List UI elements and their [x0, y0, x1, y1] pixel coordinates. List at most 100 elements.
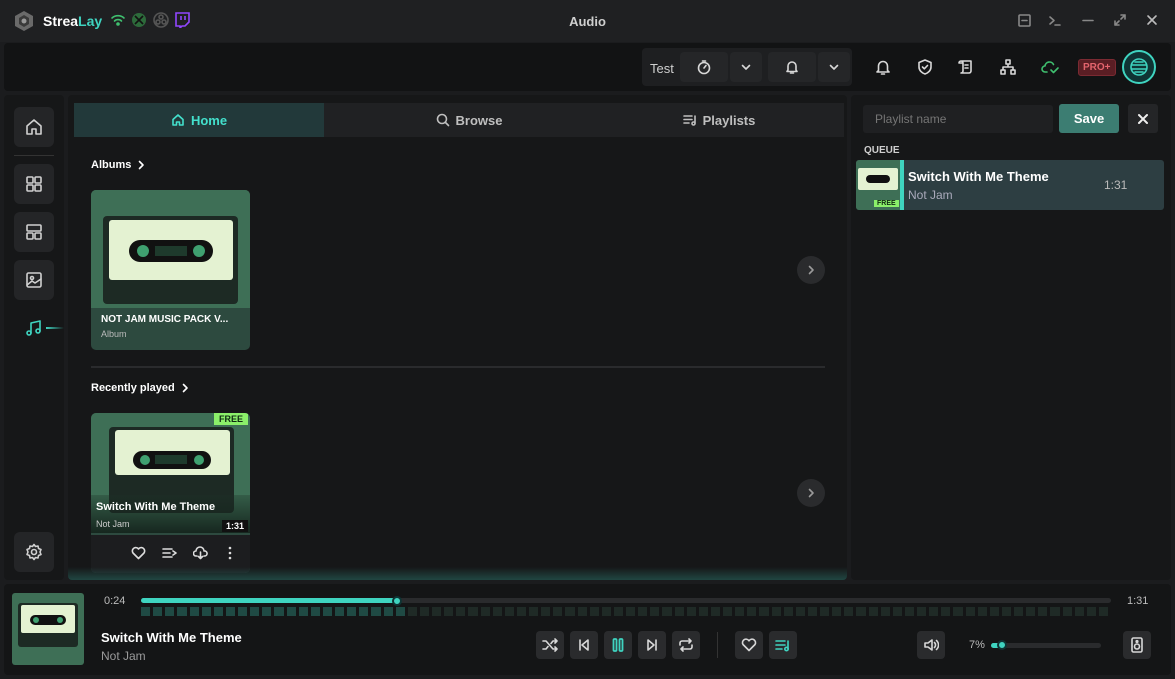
like-icon[interactable]: [131, 546, 146, 560]
tab-label: Home: [190, 112, 228, 128]
waveform-bar: [456, 607, 466, 616]
volume-handle[interactable]: [997, 640, 1007, 650]
waveform-bar: [880, 607, 890, 616]
tab-browse[interactable]: Browse: [344, 103, 594, 137]
waveform-bar: [953, 607, 963, 616]
timer-dropdown[interactable]: [730, 52, 762, 82]
network-icon[interactable]: [999, 58, 1017, 76]
queue-icon: [775, 638, 791, 652]
pro-badge[interactable]: PRO+: [1078, 59, 1116, 76]
script-icon[interactable]: [957, 58, 975, 76]
alert-dropdown[interactable]: [818, 52, 850, 82]
chevron-right-icon: [135, 159, 147, 171]
add-to-queue-icon[interactable]: [162, 546, 177, 560]
waveform-bar: [565, 607, 575, 616]
pause-button[interactable]: [604, 631, 632, 659]
queue-item-duration: 1:31: [1104, 178, 1128, 192]
save-button[interactable]: Save: [1059, 104, 1119, 133]
playlist-name-input[interactable]: [863, 105, 1053, 133]
tab-label: Playlists: [702, 112, 756, 128]
chevron-down-icon: [740, 61, 752, 73]
waveform: [141, 607, 1111, 617]
more-options-icon[interactable]: [228, 546, 232, 560]
timer-button[interactable]: [680, 52, 728, 82]
waveform-bar: [298, 607, 308, 616]
waveform-bar: [1062, 607, 1072, 616]
track-duration: 1:31: [222, 520, 249, 532]
shuffle-icon: [542, 638, 558, 652]
waveform-bar: [783, 607, 793, 616]
title-bar: StreaLay Audio: [0, 0, 1175, 42]
queue-toggle-button[interactable]: [769, 631, 797, 659]
shuffle-button[interactable]: [536, 631, 564, 659]
repeat-button[interactable]: [672, 631, 700, 659]
section-divider: [91, 366, 825, 368]
waveform-bar: [868, 607, 878, 616]
waveform-bar: [686, 607, 696, 616]
close-window-icon[interactable]: [1146, 14, 1158, 26]
recent-track-card[interactable]: FREE Switch With Me Theme Not Jam 1:31: [91, 413, 250, 573]
sidebar-item-media[interactable]: [14, 260, 54, 300]
sidebar-item-dashboard[interactable]: [14, 164, 54, 204]
albums-heading[interactable]: Albums: [91, 159, 147, 171]
cloud-sync-icon[interactable]: [1041, 58, 1061, 76]
maximize-icon[interactable]: [1114, 14, 1126, 26]
volume-label: 7%: [969, 639, 985, 651]
waveform-bar: [310, 607, 320, 616]
now-playing-cover: [12, 593, 84, 665]
queue-item[interactable]: FREE Switch With Me Theme Not Jam 1:31: [856, 160, 1164, 210]
gear-icon: [24, 542, 44, 562]
shield-icon[interactable]: [916, 58, 934, 76]
waveform-bar: [322, 607, 332, 616]
alert-button[interactable]: [768, 52, 816, 82]
tab-playlists[interactable]: Playlists: [594, 103, 844, 137]
progress-fill: [141, 598, 398, 603]
previous-button[interactable]: [570, 631, 598, 659]
waveform-bar: [468, 607, 478, 616]
waveform-bar: [383, 607, 393, 616]
waveform-bar: [541, 607, 551, 616]
repeat-icon: [678, 638, 694, 652]
active-indicator: [46, 327, 64, 329]
sidebar-item-layouts[interactable]: [14, 212, 54, 252]
waveform-bar: [662, 607, 672, 616]
avatar[interactable]: [1122, 50, 1156, 84]
waveform-bar: [795, 607, 805, 616]
close-queue-button[interactable]: [1128, 104, 1158, 133]
waveform-bar: [844, 607, 854, 616]
scroll-fade: [68, 567, 847, 580]
like-button[interactable]: [735, 631, 763, 659]
waveform-bar: [1086, 607, 1096, 616]
sidebar-item-home[interactable]: [14, 107, 54, 147]
heart-icon: [741, 638, 757, 652]
minimize-icon[interactable]: [1082, 14, 1094, 27]
sidebar-item-settings[interactable]: [14, 532, 54, 572]
next-button[interactable]: [638, 631, 666, 659]
waveform-bar: [941, 607, 951, 616]
terminal-icon[interactable]: [1048, 14, 1062, 27]
waveform-bar: [589, 607, 599, 616]
progress-track[interactable]: [141, 598, 1111, 603]
waveform-bar: [601, 607, 611, 616]
waveform-bar: [1074, 607, 1084, 616]
album-card[interactable]: NOT JAM MUSIC PACK V... Album: [91, 190, 250, 350]
volume-slider[interactable]: [991, 643, 1101, 648]
sidebar-toggle-icon[interactable]: [1018, 14, 1031, 27]
image-icon: [24, 270, 44, 290]
waveform-bar: [165, 607, 175, 616]
recently-played-heading[interactable]: Recently played: [91, 382, 191, 394]
recent-next-button[interactable]: [797, 479, 825, 507]
speaker-icon: [1130, 637, 1144, 653]
profile-label[interactable]: Test: [650, 61, 674, 76]
albums-next-button[interactable]: [797, 256, 825, 284]
output-device-button[interactable]: [1123, 631, 1151, 659]
window-title: Audio: [569, 14, 606, 29]
notifications-icon[interactable]: [874, 58, 892, 76]
albums-title: Albums: [91, 159, 132, 171]
tab-home[interactable]: Home: [74, 103, 324, 137]
download-icon[interactable]: [193, 546, 208, 560]
waveform-bar: [516, 607, 526, 616]
progress-handle[interactable]: [392, 596, 403, 606]
waveform-bar: [1098, 607, 1108, 616]
mute-button[interactable]: [917, 631, 945, 659]
